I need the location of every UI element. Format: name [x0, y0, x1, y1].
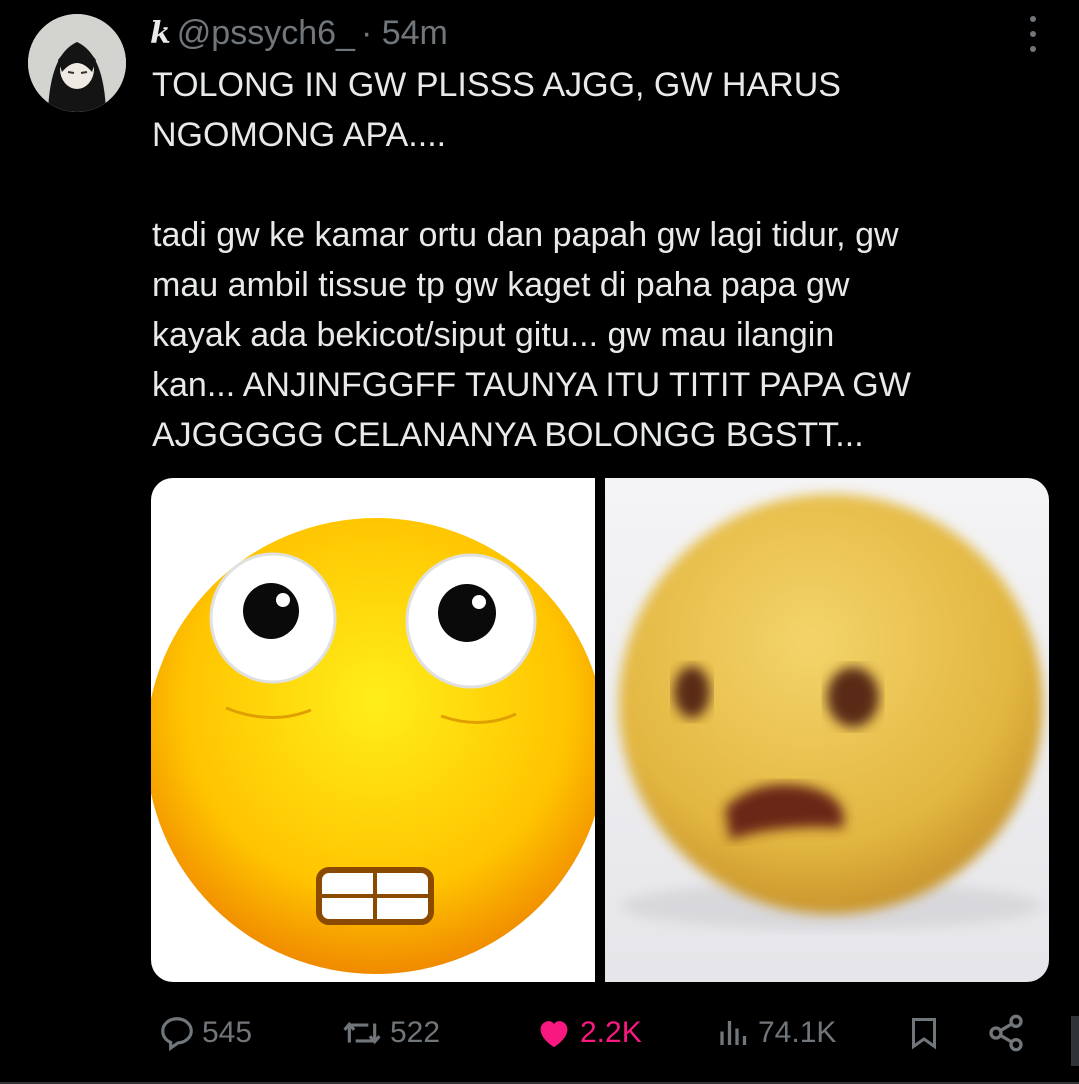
share-icon	[989, 1014, 1023, 1052]
author-handle[interactable]: @pssych6_	[177, 14, 355, 53]
views-icon	[720, 1021, 747, 1045]
reply-count: 545	[202, 1016, 253, 1049]
views-button[interactable]: 74.1K	[716, 1008, 836, 1058]
emoji-blush-image[interactable]	[151, 478, 606, 982]
bookmark-icon	[912, 1018, 936, 1050]
share-button[interactable]	[986, 1008, 1026, 1058]
bookmark-button[interactable]	[906, 1008, 942, 1058]
k-badge-icon: k	[150, 15, 171, 51]
avatar-image	[28, 14, 126, 112]
tweet-media[interactable]	[151, 478, 1049, 982]
like-button[interactable]: 2.2K	[534, 1008, 642, 1058]
tweet-actions: 545 522 2.2K 74.1K	[150, 1008, 1040, 1058]
avatar[interactable]	[28, 14, 126, 112]
repost-count: 522	[390, 1016, 441, 1049]
view-count: 74.1K	[758, 1016, 837, 1049]
tweet-time[interactable]: · 54m	[361, 14, 448, 53]
scrollbar[interactable]	[1071, 1016, 1079, 1066]
repost-button[interactable]: 522	[340, 1008, 440, 1058]
repost-icon	[343, 1021, 381, 1045]
yellow-emoji-wide-eyes-icon	[151, 518, 606, 974]
heart-icon	[540, 1021, 568, 1048]
emoji-shocked-image[interactable]	[605, 478, 1049, 982]
like-count: 2.2K	[580, 1016, 642, 1049]
reply-icon	[161, 1017, 193, 1052]
tweet-text: TOLONG IN GW PLISSS AJGG, GW HARUS NGOMO…	[152, 66, 911, 454]
tweet-header: k @pssych6_ · 54m	[150, 10, 448, 56]
more-options-icon[interactable]	[1025, 16, 1041, 52]
blurry-emoji-shocked-icon	[619, 494, 1043, 930]
reply-button[interactable]: 545	[158, 1008, 252, 1058]
